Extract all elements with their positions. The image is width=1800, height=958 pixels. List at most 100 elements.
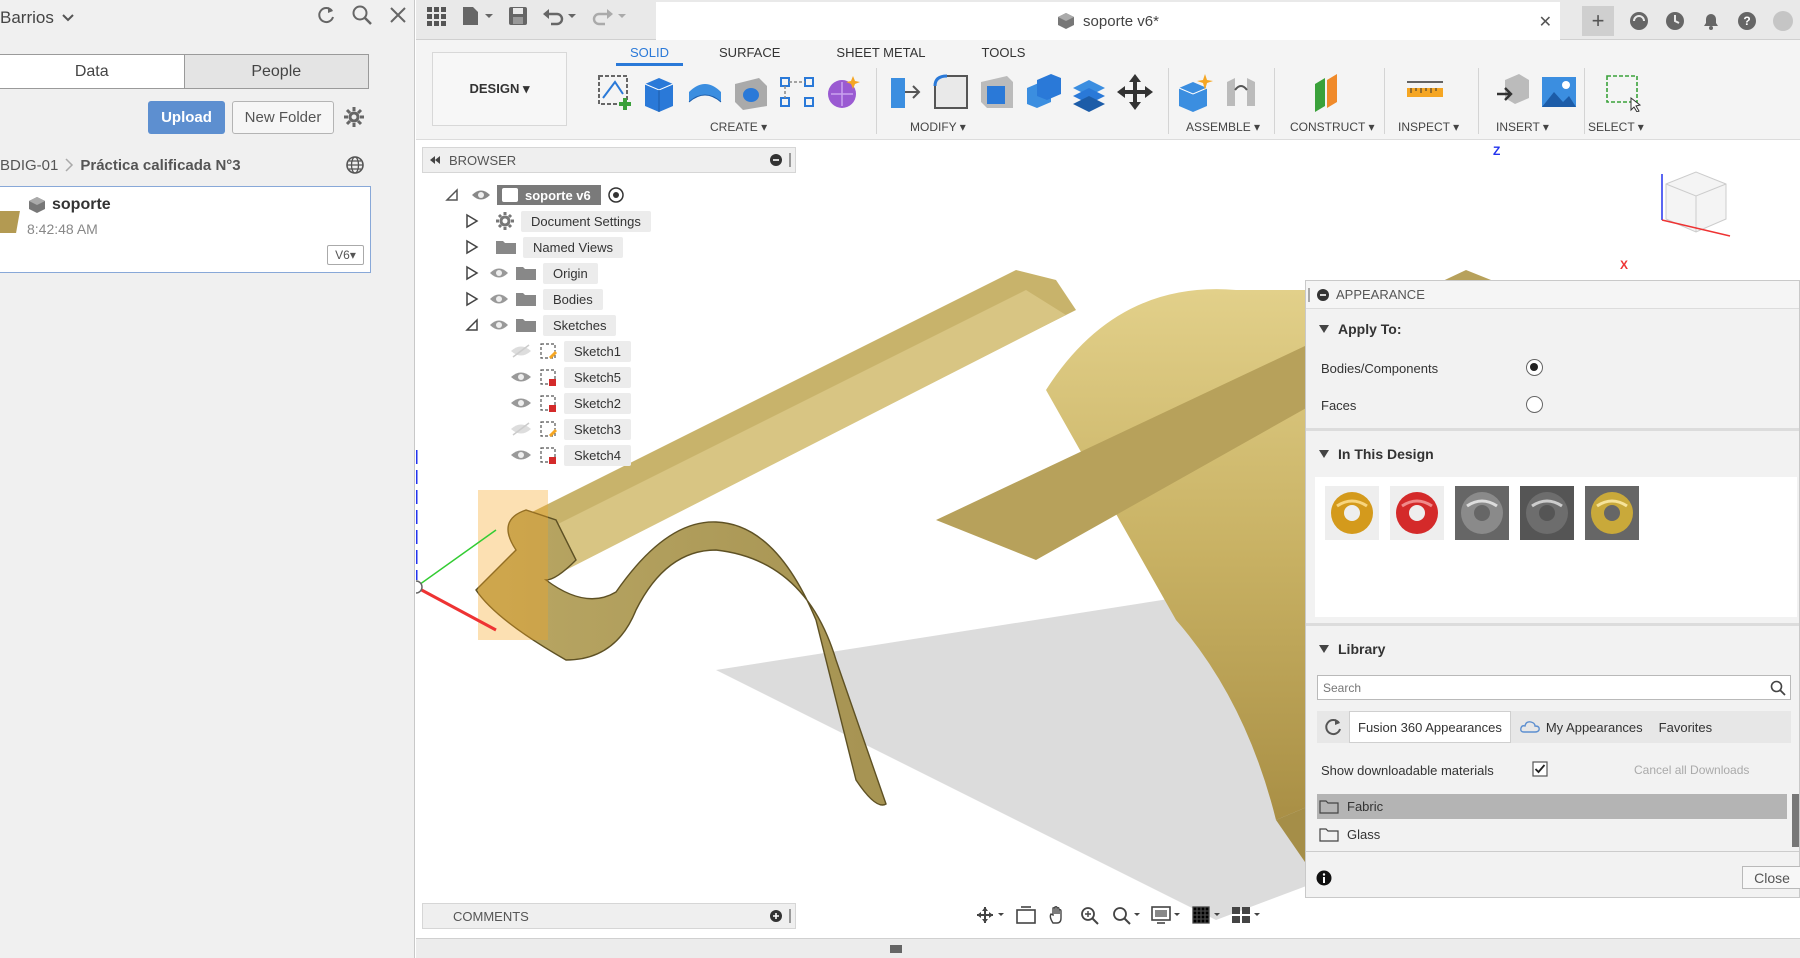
viewports-icon[interactable] <box>1231 905 1261 925</box>
collapsed-triangle-icon[interactable] <box>465 291 479 307</box>
appearance-header[interactable]: APPEARANCE <box>1306 281 1799 309</box>
create-menu[interactable]: CREATE ▾ <box>710 120 767 134</box>
select-box-icon[interactable] <box>1602 70 1644 114</box>
zoom-icon[interactable] <box>1079 905 1101 925</box>
pan-hand-icon[interactable] <box>1047 905 1069 925</box>
help-icon[interactable]: ? <box>1736 10 1758 32</box>
cancel-downloads-link[interactable]: Cancel all Downloads <box>1634 763 1749 777</box>
close-document-icon[interactable]: ✕ <box>1539 12 1552 32</box>
refresh-icon[interactable] <box>1317 711 1349 743</box>
visibility-eye-icon[interactable] <box>489 318 509 332</box>
extrude-icon[interactable] <box>638 70 680 114</box>
downloadable-checkbox[interactable] <box>1532 761 1548 777</box>
insert-derive-icon[interactable] <box>1492 70 1534 114</box>
library-scrollbar[interactable] <box>1792 794 1799 847</box>
browser-item-named-views[interactable]: Named Views <box>465 235 623 259</box>
new-tab-plus-icon[interactable]: + <box>1582 6 1614 36</box>
appearance-swatch[interactable] <box>1519 485 1575 541</box>
visibility-eye-icon[interactable] <box>471 188 491 202</box>
minus-circle-icon[interactable] <box>1316 288 1330 302</box>
look-at-icon[interactable] <box>1015 905 1037 925</box>
orbit-icon[interactable] <box>975 905 1005 925</box>
tab-solid[interactable]: SOLID <box>616 44 684 66</box>
visibility-eye-icon[interactable] <box>510 448 532 462</box>
select-menu[interactable]: SELECT ▾ <box>1588 120 1644 134</box>
construct-menu[interactable]: CONSTRUCT ▾ <box>1290 120 1374 134</box>
collapse-double-arrow-icon[interactable] <box>429 155 441 165</box>
hidden-eye-icon[interactable] <box>510 344 532 358</box>
appearance-swatch[interactable] <box>1454 485 1510 541</box>
collapsed-triangle-icon[interactable] <box>465 239 479 255</box>
app-grid-icon[interactable] <box>426 6 446 26</box>
browser-item-document-settings[interactable]: Document Settings <box>465 209 651 233</box>
search-icon[interactable] <box>351 4 373 26</box>
root-component-chip[interactable]: soporte v6 <box>497 185 601 205</box>
extensions-icon[interactable] <box>1628 10 1650 32</box>
expanded-triangle-icon[interactable] <box>465 317 479 333</box>
document-tab[interactable]: soporte v6* ✕ <box>656 2 1560 40</box>
collapsed-triangle-icon[interactable] <box>465 265 479 281</box>
refresh-icon[interactable] <box>315 4 337 26</box>
insert-menu[interactable]: INSERT ▾ <box>1496 120 1549 134</box>
comments-panel-header[interactable]: COMMENTS <box>422 903 796 929</box>
tab-tools[interactable]: TOOLS <box>968 44 1040 66</box>
close-icon[interactable] <box>387 4 409 26</box>
apply-to-section[interactable]: Apply To: <box>1318 321 1402 337</box>
close-button[interactable]: Close <box>1742 866 1800 889</box>
project-selector[interactable]: Barrios <box>0 8 74 28</box>
visibility-eye-icon[interactable] <box>510 370 532 384</box>
grid-settings-icon[interactable] <box>1191 905 1221 925</box>
library-section[interactable]: Library <box>1318 641 1385 657</box>
tab-data[interactable]: Data <box>0 55 185 88</box>
modify-menu[interactable]: MODIFY ▾ <box>910 120 966 134</box>
appearance-swatch[interactable] <box>1324 485 1380 541</box>
expanded-triangle-icon[interactable] <box>443 186 461 204</box>
minus-circle-icon[interactable] <box>769 153 783 167</box>
undo-icon[interactable] <box>542 6 578 26</box>
assemble-menu[interactable]: ASSEMBLE ▾ <box>1186 120 1260 134</box>
sketch-item[interactable]: Sketch1 <box>510 339 631 363</box>
version-dropdown[interactable]: V6▾ <box>327 245 364 265</box>
shell-icon[interactable] <box>976 70 1018 114</box>
settings-gear-icon[interactable] <box>343 106 365 128</box>
activate-radio-icon[interactable] <box>607 186 625 204</box>
tab-surface[interactable]: SURFACE <box>705 44 794 66</box>
hole-icon[interactable] <box>730 70 772 114</box>
radio-faces[interactable] <box>1526 396 1543 413</box>
tab-fusion-appearances[interactable]: Fusion 360 Appearances <box>1349 711 1511 743</box>
fillet-icon[interactable] <box>930 70 972 114</box>
revolve-icon[interactable] <box>684 70 726 114</box>
tab-sheet-metal[interactable]: SHEET METAL <box>822 44 939 66</box>
browser-item-bodies[interactable]: Bodies <box>465 287 603 311</box>
save-icon[interactable] <box>508 6 528 26</box>
hidden-eye-icon[interactable] <box>510 422 532 436</box>
sketch-item[interactable]: Sketch4 <box>510 443 631 467</box>
tab-my-appearances[interactable]: My Appearances <box>1511 711 1651 743</box>
sketch-item[interactable]: Sketch3 <box>510 417 631 441</box>
measure-icon[interactable] <box>1404 70 1446 114</box>
panel-grip[interactable] <box>789 153 791 167</box>
panel-grip[interactable] <box>1308 287 1310 302</box>
info-icon[interactable] <box>1316 870 1332 886</box>
job-status-icon[interactable] <box>1664 10 1686 32</box>
search-icon[interactable] <box>1770 680 1786 696</box>
display-settings-icon[interactable] <box>1151 905 1181 925</box>
browser-item-origin[interactable]: Origin <box>465 261 598 285</box>
category-row-glass[interactable]: Glass <box>1317 822 1787 847</box>
timeline-marker[interactable] <box>890 945 902 953</box>
visibility-eye-icon[interactable] <box>510 396 532 410</box>
new-folder-button[interactable]: New Folder <box>232 101 334 134</box>
upload-button[interactable]: Upload <box>148 101 225 134</box>
offset-plane-icon[interactable] <box>1306 70 1348 114</box>
in-design-section[interactable]: In This Design <box>1318 446 1434 462</box>
workspace-switcher[interactable]: DESIGN ▾ <box>432 52 567 126</box>
collapsed-triangle-icon[interactable] <box>465 213 479 229</box>
tab-favorites[interactable]: Favorites <box>1651 711 1720 743</box>
create-sketch-icon[interactable] <box>594 70 636 114</box>
browser-item-sketches[interactable]: Sketches <box>465 313 617 337</box>
redo-icon[interactable] <box>592 6 628 26</box>
user-avatar-icon[interactable] <box>1772 10 1794 32</box>
notifications-bell-icon[interactable] <box>1700 10 1722 32</box>
browser-root[interactable]: soporte v6 <box>443 183 625 207</box>
panel-grip[interactable] <box>789 909 791 923</box>
